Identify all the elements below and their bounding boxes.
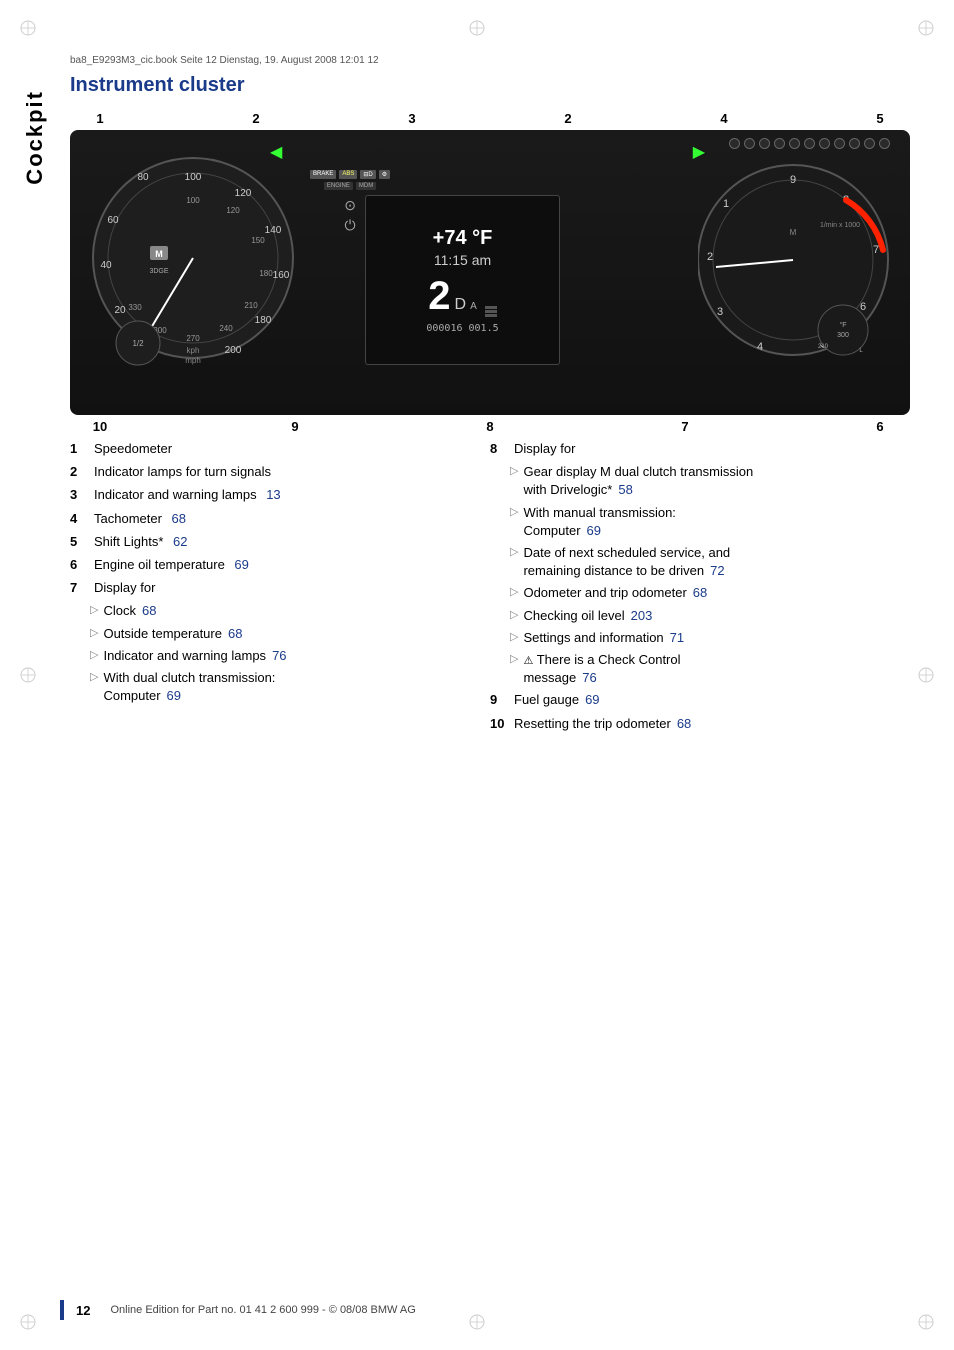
svg-text:60: 60 [107,215,119,226]
svg-text:M: M [790,228,797,237]
footer-accent-line [60,1300,64,1320]
display-odo: 000016 001.5 [426,323,498,334]
bottom-num-10: 10 [90,419,110,434]
svg-text:100: 100 [185,172,202,183]
svg-text:M: M [155,249,163,259]
svg-text:150: 150 [251,236,265,245]
speedometer-svg: 100 120 140 160 180 200 80 60 40 20 100 … [88,148,298,373]
sub-item-8-7: ▷ ⚠ There is a Check Controlmessage76 [510,651,910,688]
corner-mark-mt [467,18,487,38]
svg-text:40: 40 [100,260,112,271]
svg-text:80: 80 [137,172,149,183]
section-title: Instrument cluster [70,74,914,97]
svg-text:mph: mph [185,356,201,365]
sub-item-8-3: ▷ Date of next scheduled service, andrem… [510,544,910,580]
display-temp: +74 °F [433,227,493,250]
svg-text:240: 240 [219,324,233,333]
svg-text:kph: kph [187,346,200,355]
footer-page-number: 12 [76,1303,90,1318]
list-item-9: 9 Fuel gauge69 [490,691,910,709]
list-item-1: 1 Speedometer [70,440,490,458]
list-item-3: 3 Indicator and warning lamps 13 [70,486,490,504]
svg-text:7: 7 [873,244,879,256]
file-reference: ba8_E9293M3_cic.book Seite 12 Dienstag, … [70,55,914,66]
display-gear: 2 [428,276,450,316]
sub-item-8-6: ▷ Settings and information71 [510,629,910,647]
svg-text:120: 120 [235,188,252,199]
svg-text:4: 4 [757,341,763,353]
svg-text:210: 210 [244,301,258,310]
display-gear-sub: D [455,296,467,314]
corner-mark-tr [916,18,936,38]
sub-item-8-2: ▷ With manual transmission:Computer69 [510,504,910,540]
instrument-panel-image: ◀ ▶ 100 120 140 160 180 200 80 60 40 [70,130,910,415]
top-num-5: 5 [870,111,890,126]
sub-item-7-3: ▷ Indicator and warning lamps76 [90,647,490,665]
list-item-4: 4 Tachometer 68 [70,510,490,528]
list-item-7: 7 Display for [70,579,490,597]
svg-text:3DGE: 3DGE [149,268,168,275]
list-item-6: 6 Engine oil temperature 69 [70,556,490,574]
center-display: +74 °F 11:15 am 2 D A 000016 001.5 [365,195,560,365]
svg-text:210: 210 [818,344,829,350]
top-num-4: 4 [714,111,734,126]
sub-item-7-1: ▷ Clock68 [90,602,490,620]
sub-item-7-2: ▷ Outside temperature68 [90,625,490,643]
corner-mark-tl [18,18,38,38]
item-col-right: 8 Display for ▷ Gear display M dual clut… [490,440,910,738]
top-num-1: 1 [90,111,110,126]
svg-text:200: 200 [225,345,242,356]
svg-text:140: 140 [265,225,282,236]
cockpit-sidebar-label: Cockpit [22,90,48,185]
list-item-5: 5 Shift Lights* 62 [70,533,490,551]
bottom-num-8: 8 [480,419,500,434]
svg-text:1: 1 [723,198,729,210]
svg-text:1/2: 1/2 [132,339,144,348]
warning-triangle-icon: ⚠ [523,655,533,667]
diagram-top-numbers: 1 2 3 2 4 5 [70,111,910,126]
sub-item-8-5: ▷ Checking oil level203 [510,607,910,625]
top-num-2a: 2 [246,111,266,126]
svg-text:°F: °F [839,321,846,329]
svg-text:1/min x 1000: 1/min x 1000 [820,222,860,229]
footer: 12 Online Edition for Part no. 01 41 2 6… [0,1300,954,1320]
bottom-num-9: 9 [285,419,305,434]
svg-text:20: 20 [114,305,126,316]
shift-lights [729,138,890,149]
svg-text:160: 160 [273,270,290,281]
svg-text:180: 180 [259,269,273,278]
sub-item-7-4: ▷ With dual clutch transmission:Computer… [90,669,490,705]
display-time: 11:15 am [434,252,491,268]
top-num-3: 3 [402,111,422,126]
list-item-8: 8 Display for [490,440,910,458]
svg-text:9: 9 [790,174,796,186]
svg-text:270: 270 [186,334,200,343]
sub-item-8-4: ▷ Odometer and trip odometer68 [510,584,910,602]
svg-text:330: 330 [128,303,142,312]
svg-text:L: L [859,348,863,354]
corner-mark-ml [18,665,38,685]
instrument-cluster-diagram: 1 2 3 2 4 5 [60,111,900,434]
footer-copyright: Online Edition for Part no. 01 41 2 600 … [110,1304,415,1316]
bottom-num-6: 6 [870,419,890,434]
sub-item-8-1: ▷ Gear display M dual clutch transmissio… [510,463,910,499]
svg-text:2: 2 [707,251,713,263]
tachometer-svg: 9 8 7 6 5 4 3 2 1 1/min x 1000 M [698,155,898,375]
svg-text:180: 180 [255,315,272,326]
svg-text:3: 3 [717,306,723,318]
list-item-2: 2 Indicator lamps for turn signals [70,463,490,481]
item-col-left: 1 Speedometer 2 Indicator lamps for turn… [70,440,490,738]
svg-text:120: 120 [226,206,240,215]
diagram-bottom-numbers: 10 9 8 7 6 [70,419,910,434]
sub-items-7: ▷ Clock68 ▷ Outside temperature68 ▷ Indi… [90,602,490,705]
svg-text:300: 300 [837,332,849,339]
list-item-10: 10 Resetting the trip odometer68 [490,715,910,733]
corner-mark-mr [916,665,936,685]
svg-text:100: 100 [186,196,200,205]
bottom-num-7: 7 [675,419,695,434]
sub-items-8: ▷ Gear display M dual clutch transmissio… [510,463,910,687]
svg-text:6: 6 [860,301,866,313]
item-list: 1 Speedometer 2 Indicator lamps for turn… [70,440,910,738]
top-num-2b: 2 [558,111,578,126]
